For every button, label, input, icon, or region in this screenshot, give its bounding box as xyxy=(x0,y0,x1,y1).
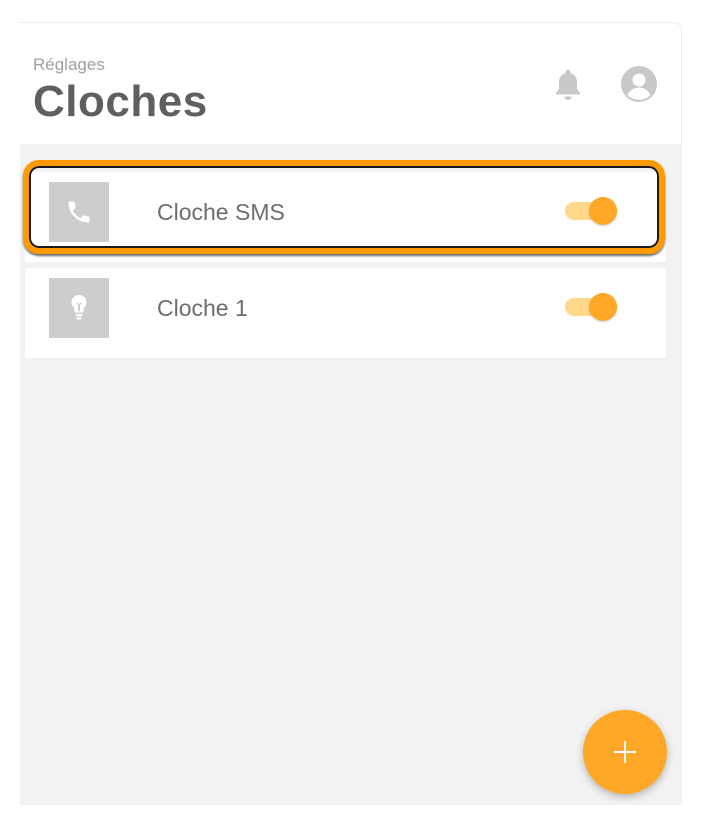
page-title: Cloches xyxy=(33,77,208,126)
page-header: Réglages Cloches xyxy=(20,22,682,144)
bell-toggle[interactable] xyxy=(565,197,619,225)
app-window: Réglages Cloches Cloche SMS Cloche 1 xyxy=(20,22,682,805)
phone-icon xyxy=(49,182,109,242)
add-bell-button[interactable] xyxy=(583,710,667,794)
lightbulb-icon xyxy=(49,278,109,338)
plus-icon xyxy=(614,741,636,763)
toggle-knob xyxy=(589,197,617,225)
bell-toggle[interactable] xyxy=(565,293,619,321)
toggle-knob xyxy=(589,293,617,321)
list-item[interactable]: Cloche SMS xyxy=(25,172,666,262)
bell-name: Cloche SMS xyxy=(157,199,285,225)
bell-icon[interactable] xyxy=(552,67,584,103)
breadcrumb[interactable]: Réglages xyxy=(33,55,105,75)
user-icon[interactable] xyxy=(620,65,658,103)
bell-list: Cloche SMS Cloche 1 xyxy=(25,172,666,364)
list-item[interactable]: Cloche 1 xyxy=(25,268,666,358)
bell-name: Cloche 1 xyxy=(157,295,248,321)
